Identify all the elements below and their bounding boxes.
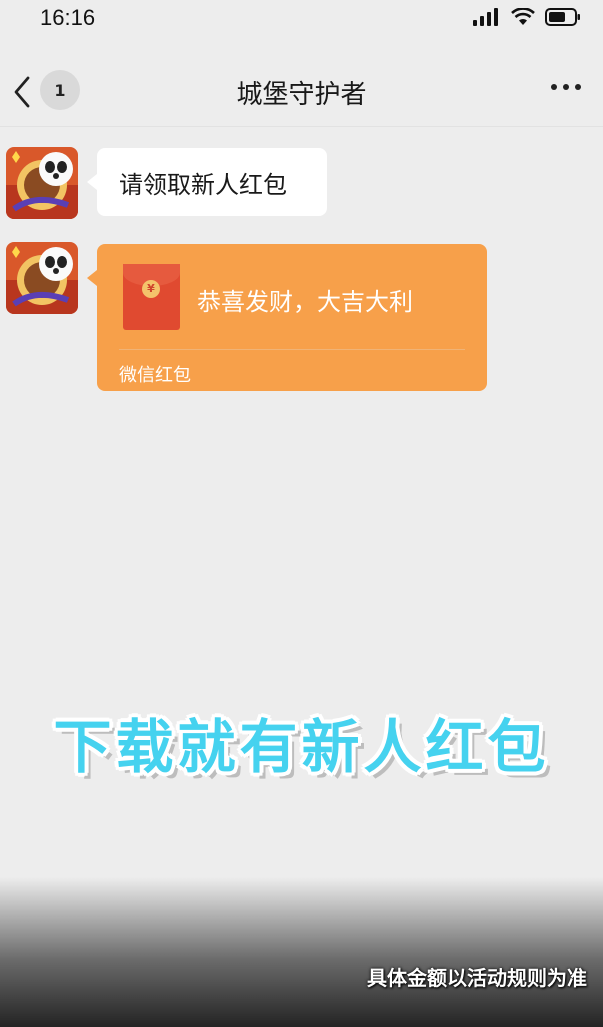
coin-icon: ¥ <box>142 280 160 298</box>
red-packet-label: 微信红包 <box>119 365 191 386</box>
chat-title: 城堡守护者 <box>236 80 367 110</box>
wifi-icon <box>511 8 535 25</box>
text-message: 请领取新人红包 <box>119 170 287 199</box>
avatar-image <box>6 242 78 314</box>
sender-avatar[interactable] <box>6 242 78 314</box>
red-packet-icon: ¥ <box>123 264 180 330</box>
more-dot-icon <box>575 84 581 90</box>
more-dot-icon <box>551 84 557 90</box>
promo-banner-text: 下载就有新人红包 <box>53 713 550 781</box>
status-icons <box>473 8 581 26</box>
battery-icon <box>545 8 580 26</box>
text-message-bubble[interactable]: 请领取新人红包 <box>87 148 327 216</box>
bottom-gradient <box>0 877 603 1027</box>
more-button[interactable] <box>551 84 581 90</box>
red-packet-greeting: 恭喜发财，大吉大利 <box>197 288 413 316</box>
status-time: 16:16 <box>40 5 96 30</box>
signal-icon <box>473 8 498 26</box>
disclaimer-text: 具体金额以活动规则为准 <box>367 966 587 990</box>
chat-header: 1 城堡守护者 <box>0 58 603 127</box>
more-dot-icon <box>563 84 569 90</box>
red-packet-message[interactable]: ¥ 恭喜发财，大吉大利 微信红包 <box>87 244 487 391</box>
avatar-image <box>6 147 78 219</box>
sender-avatar[interactable] <box>6 147 78 219</box>
status-bar: 16:16 <box>0 0 603 40</box>
divider <box>119 349 465 350</box>
